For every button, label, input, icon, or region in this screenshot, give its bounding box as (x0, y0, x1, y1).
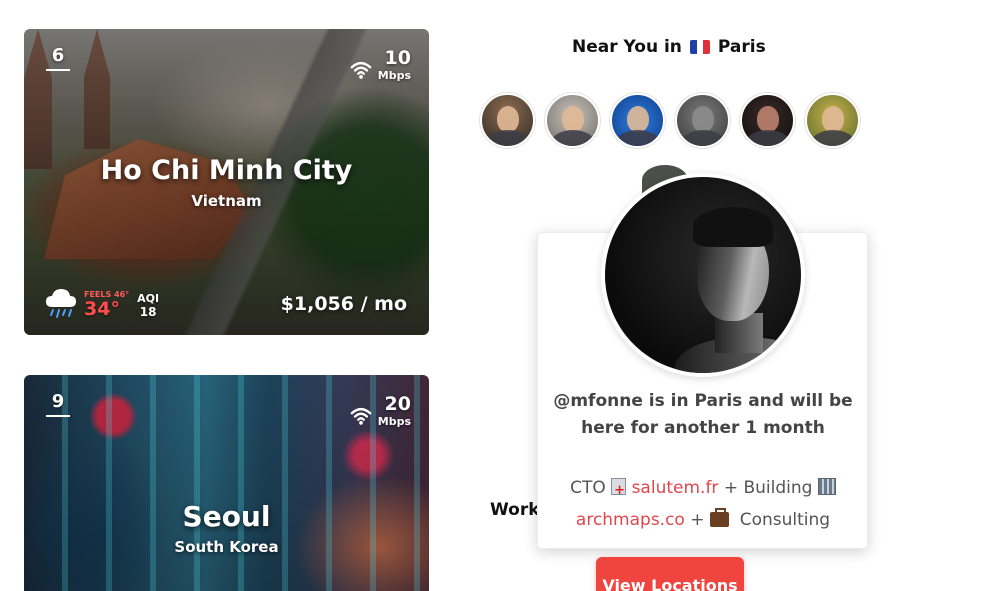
internet-speed-unit: Mbps (377, 415, 411, 428)
city-name: Ho Chi Minh City (100, 155, 353, 186)
rain-cloud-icon (46, 289, 76, 318)
company-link-archmaps[interactable]: archmaps.co (576, 510, 685, 530)
city-rank: 9 (46, 391, 70, 417)
wifi-icon (350, 61, 372, 79)
nearby-avatars (480, 93, 860, 148)
consulting-label: Consulting (739, 510, 831, 530)
popover-work-info: CTO salutem.fr + Building archmaps.co + … (552, 472, 854, 536)
aqi-label: AQI (137, 292, 160, 305)
office-building-icon (817, 478, 836, 495)
city-name: Seoul (182, 500, 271, 533)
weather-info: FEELS 46° 34° AQI 18 (44, 287, 159, 319)
work-separator: + (690, 510, 705, 530)
role-label: CTO (570, 478, 606, 498)
internet-speed-value: 20 (384, 393, 411, 415)
near-you-prefix: Near You in (572, 37, 682, 57)
popover-message: @mfonne is in Paris and will be here for… (553, 391, 853, 438)
city-rank: 6 (46, 45, 70, 71)
view-locations-button[interactable]: View Locations (596, 557, 744, 591)
avatar[interactable] (740, 93, 795, 148)
avatar[interactable] (805, 93, 860, 148)
briefcase-icon (709, 508, 729, 527)
avatar[interactable] (480, 93, 535, 148)
work-heading: Work (490, 500, 540, 520)
wifi-icon (350, 407, 372, 425)
avatar[interactable] (610, 93, 665, 148)
country-name: Vietnam (191, 192, 262, 210)
aqi-value: 18 (139, 305, 157, 319)
company-link-salutem[interactable]: salutem.fr (632, 478, 719, 498)
popover-avatar (601, 173, 805, 377)
internet-speed-value: 10 (384, 47, 411, 69)
near-you-title: Near You in Paris (572, 37, 766, 57)
near-you-city: Paris (717, 37, 766, 57)
city-card-ho-chi-minh[interactable]: 6 10 Mbps Ho Chi Minh City Vietnam FEELS… (24, 29, 429, 335)
avatar[interactable] (545, 93, 600, 148)
city-card-seoul[interactable]: 9 20 Mbps Seoul South Korea (24, 375, 429, 591)
temperature: 34° (84, 298, 120, 320)
work-separator: + Building (723, 478, 813, 498)
avatar[interactable] (675, 93, 730, 148)
hospital-icon (611, 475, 627, 507)
flag-france-icon (689, 40, 710, 54)
country-name: South Korea (174, 538, 279, 556)
cost-of-living: $1,056 / mo (280, 293, 407, 315)
internet-speed: 10 Mbps (350, 47, 411, 82)
internet-speed-unit: Mbps (377, 69, 411, 82)
internet-speed: 20 Mbps (350, 393, 411, 428)
